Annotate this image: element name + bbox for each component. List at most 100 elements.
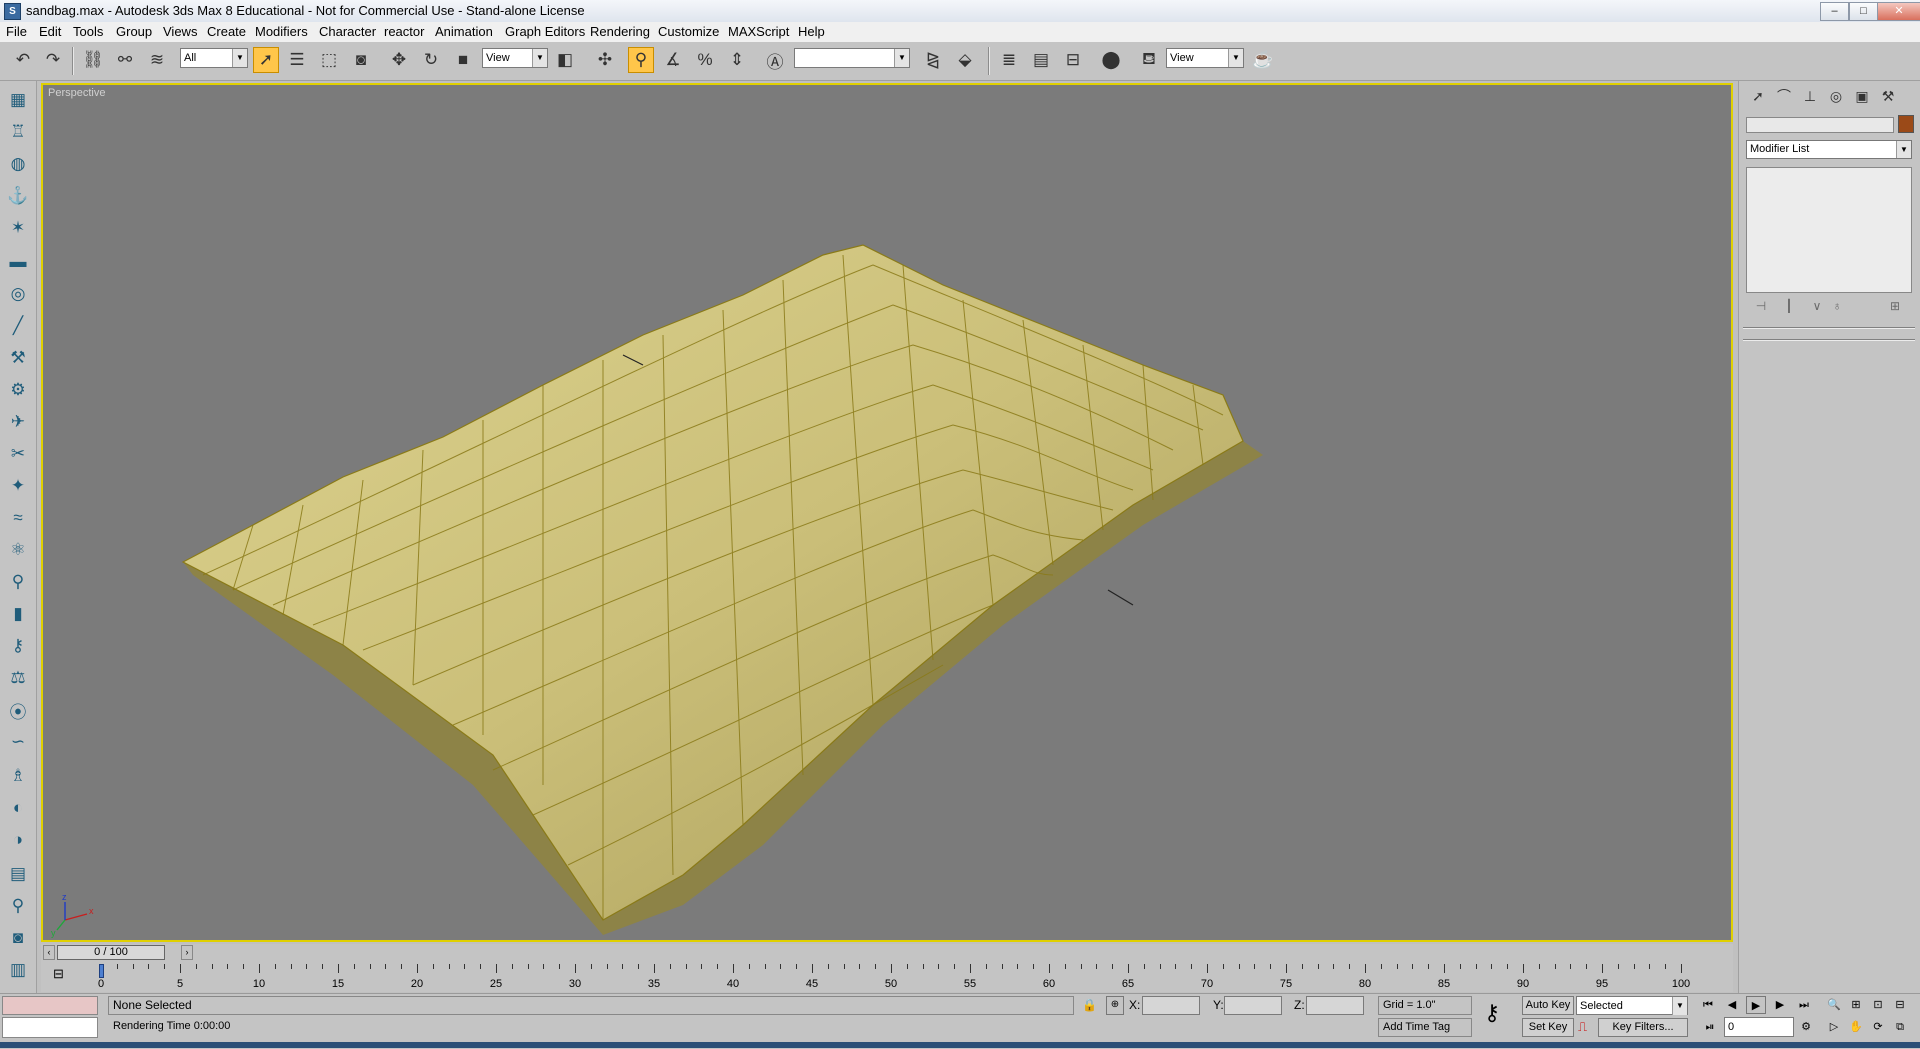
point-to-point-icon[interactable]: ▮ bbox=[5, 601, 31, 627]
x-coordinate-field[interactable] bbox=[1142, 996, 1200, 1015]
wind-icon[interactable]: ⚙ bbox=[5, 377, 31, 403]
close-button[interactable]: ✕ bbox=[1877, 2, 1920, 21]
material-editor-icon[interactable]: ⬤ bbox=[1098, 47, 1124, 73]
zoom-icon[interactable]: 🔍 bbox=[1824, 996, 1844, 1014]
modifier-stack[interactable] bbox=[1746, 167, 1912, 293]
deforming-mesh-icon[interactable]: ✶ bbox=[5, 215, 31, 241]
track-bar[interactable]: ⊟ 0 5 10 15 20 25 30 35 40 45 50 55 60 65 70 75 80 85 90 95… bbox=[41, 962, 1733, 992]
rope-collection-icon[interactable]: ⚓ bbox=[5, 183, 31, 209]
menu-animation[interactable]: Animation bbox=[435, 24, 493, 39]
menu-create[interactable]: Create bbox=[207, 24, 246, 39]
zoom-all-icon[interactable]: ⊞ bbox=[1846, 996, 1866, 1014]
configure-modifier-sets-icon[interactable]: ⊞ bbox=[1885, 299, 1905, 317]
plane-icon[interactable]: ▬ bbox=[5, 249, 31, 275]
previous-frame-icon[interactable]: ◀ bbox=[1722, 996, 1742, 1014]
spinner-snap-icon[interactable]: ⇕ bbox=[724, 47, 750, 73]
car-wheel-icon[interactable]: ⚖ bbox=[5, 665, 31, 691]
rectangular-selection-icon[interactable]: ⬚ bbox=[316, 47, 342, 73]
dashpot-icon[interactable]: ╱ bbox=[5, 313, 31, 339]
redo-icon[interactable]: ↷ bbox=[40, 47, 66, 73]
fracture-object-icon[interactable]: ∽ bbox=[5, 729, 31, 755]
create-icon[interactable]: ➚ bbox=[1747, 85, 1769, 107]
maxscript-listener-output[interactable] bbox=[2, 996, 98, 1015]
select-and-move-icon[interactable]: ✥ bbox=[386, 47, 412, 73]
time-slider-next-icon[interactable]: › bbox=[181, 945, 193, 960]
undo-icon[interactable]: ↶ bbox=[10, 47, 36, 73]
mirror-icon[interactable]: ⧎ bbox=[920, 47, 946, 73]
window-crossing-icon[interactable]: ◙ bbox=[348, 47, 374, 73]
render-type-dropdown[interactable]: View ▼ bbox=[1166, 48, 1244, 68]
mini-curve-editor-icon[interactable]: ⊟ bbox=[53, 966, 71, 982]
prismatic-icon[interactable]: ⚷ bbox=[5, 633, 31, 659]
object-color-swatch[interactable] bbox=[1898, 115, 1914, 133]
toy-car-icon[interactable]: ✈ bbox=[5, 409, 31, 435]
app-icon[interactable]: S bbox=[4, 3, 21, 20]
curve-editor-icon[interactable]: ▤ bbox=[1028, 47, 1054, 73]
soft-body-collection-icon[interactable]: ◍ bbox=[5, 151, 31, 177]
sandbag-mesh[interactable]: x z y bbox=[43, 85, 1731, 940]
modifier-list-dropdown[interactable]: Modifier List ▼ bbox=[1746, 140, 1912, 159]
display-icon[interactable]: ▣ bbox=[1851, 85, 1873, 107]
perspective-viewport[interactable]: Perspective x z y bbox=[41, 83, 1733, 942]
zoom-extents-icon[interactable]: ⊡ bbox=[1868, 996, 1888, 1014]
play-icon[interactable]: ▶ bbox=[1746, 996, 1766, 1014]
select-by-name-icon[interactable]: ☰ bbox=[284, 47, 310, 73]
spring-icon[interactable]: ◎ bbox=[5, 281, 31, 307]
field-of-view-icon[interactable]: ▷ bbox=[1824, 1018, 1844, 1036]
menu-file[interactable]: File bbox=[6, 24, 27, 39]
align-icon[interactable]: ⬙ bbox=[952, 47, 978, 73]
angle-snap-icon[interactable]: ∡ bbox=[660, 47, 686, 73]
default-in-out-tangent-icon[interactable]: ⎍ bbox=[1578, 1019, 1587, 1035]
current-frame-marker[interactable] bbox=[99, 964, 104, 978]
time-configuration-icon[interactable]: ⚙ bbox=[1796, 1018, 1816, 1036]
add-time-tag-button[interactable]: Add Time Tag bbox=[1378, 1018, 1472, 1037]
point-to-path-icon[interactable]: ⦿ bbox=[5, 697, 31, 723]
set-keys-key-icon[interactable]: ⚷ bbox=[1484, 1000, 1500, 1026]
preview-animation-icon[interactable]: ◙ bbox=[5, 925, 31, 951]
menu-graph-editors[interactable]: Graph Editors bbox=[505, 24, 585, 39]
motor-icon[interactable]: ⚒ bbox=[5, 345, 31, 371]
menu-maxscript[interactable]: MAXScript bbox=[728, 24, 789, 39]
cloth-modifier-icon[interactable]: ♗ bbox=[5, 763, 31, 789]
menu-tools[interactable]: Tools bbox=[73, 24, 103, 39]
maximize-button[interactable]: □ bbox=[1849, 2, 1878, 21]
go-to-end-icon[interactable]: ⏭ bbox=[1794, 996, 1814, 1014]
schematic-view-icon[interactable]: ⊟ bbox=[1060, 47, 1086, 73]
lock-icon[interactable]: 🔒 bbox=[1082, 998, 1097, 1012]
rope-modifier-icon[interactable]: ◑ bbox=[5, 827, 31, 853]
snaps-toggle-icon[interactable]: ⚲ bbox=[628, 47, 654, 73]
time-slider-thumb[interactable]: 0 / 100 bbox=[57, 945, 165, 960]
menu-views[interactable]: Views bbox=[163, 24, 197, 39]
render-scene-icon[interactable]: ⛾ bbox=[1136, 47, 1162, 73]
quick-render-teapot-icon[interactable]: ☕ bbox=[1250, 47, 1276, 73]
selection-filter-dropdown[interactable]: All ▼ bbox=[180, 48, 248, 68]
select-object-icon[interactable]: ➚ bbox=[253, 47, 279, 73]
menu-help[interactable]: Help bbox=[798, 24, 825, 39]
bind-to-space-warp-icon[interactable]: ≋ bbox=[144, 47, 170, 73]
select-and-rotate-icon[interactable]: ↻ bbox=[418, 47, 444, 73]
layer-manager-icon[interactable]: ≣ bbox=[996, 47, 1022, 73]
percent-snap-icon[interactable]: % bbox=[692, 47, 718, 73]
select-and-scale-icon[interactable]: ■ bbox=[450, 47, 476, 73]
ragdoll-icon[interactable]: ⚛ bbox=[5, 537, 31, 563]
menu-rendering[interactable]: Rendering bbox=[590, 24, 650, 39]
hierarchy-icon[interactable]: ⊥ bbox=[1799, 85, 1821, 107]
key-mode-toggle-icon[interactable]: ⏯ bbox=[1700, 1018, 1720, 1036]
select-and-manipulate-icon[interactable]: ✣ bbox=[592, 47, 618, 73]
y-coordinate-field[interactable] bbox=[1224, 996, 1282, 1015]
time-slider[interactable]: ‹ 0 / 100 › bbox=[41, 944, 1733, 962]
unlink-selection-icon[interactable]: ⚯ bbox=[112, 47, 138, 73]
time-slider-prev-icon[interactable]: ‹ bbox=[43, 945, 55, 960]
cloth-collection-icon[interactable]: ♖ bbox=[5, 119, 31, 145]
menu-customize[interactable]: Customize bbox=[658, 24, 719, 39]
object-name-field[interactable] bbox=[1746, 117, 1894, 133]
key-filters-button[interactable]: Key Filters... bbox=[1598, 1018, 1688, 1037]
go-to-start-icon[interactable]: ⏮ bbox=[1698, 996, 1718, 1014]
auto-key-button[interactable]: Auto Key bbox=[1522, 996, 1574, 1015]
hinge-icon[interactable]: ⚲ bbox=[5, 569, 31, 595]
frame-ruler[interactable]: 0 5 10 15 20 25 30 35 40 45 50 55 60 65 70 75 80 85 90 95 10… bbox=[96, 964, 1736, 992]
minimize-button[interactable]: – bbox=[1820, 2, 1849, 21]
maxscript-listener-input[interactable] bbox=[2, 1017, 98, 1038]
menu-modifiers[interactable]: Modifiers bbox=[255, 24, 308, 39]
pan-view-icon[interactable]: ✋ bbox=[1846, 1018, 1866, 1036]
